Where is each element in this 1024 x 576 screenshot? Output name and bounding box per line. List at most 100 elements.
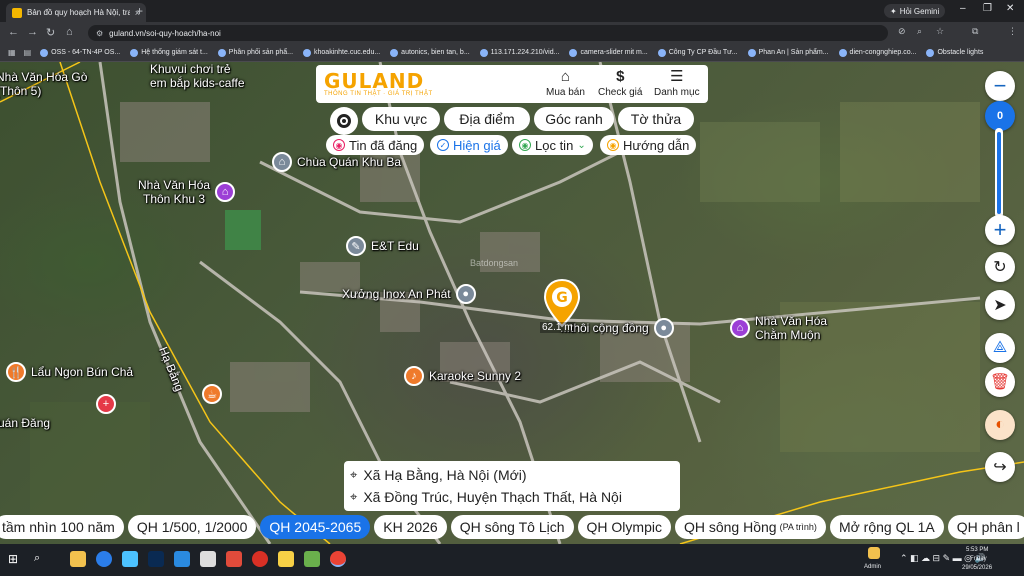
restore-icon[interactable]: ❐	[983, 3, 992, 14]
plan-tab[interactable]: QH phân l	[947, 515, 1024, 539]
plan-tab[interactable]: QH sông Hồng (PA trình)	[674, 515, 826, 539]
tab-goc-ranh[interactable]: Góc ranh	[534, 107, 614, 131]
poi-lau-ngon-bun-cha[interactable]: 🍴 Lẩu Ngon Bún Chả	[6, 362, 133, 382]
search-icon[interactable]: ⌕	[34, 552, 40, 565]
poi-khu-vui-choi[interactable]: Khuvui chơi trẻ em bắp kids-caffe	[150, 62, 245, 90]
tab-khu-vuc[interactable]: Khu vực	[362, 107, 440, 131]
plan-tab[interactable]: QH Olympic	[577, 515, 671, 539]
trash-icon[interactable]: 🗑	[985, 367, 1015, 397]
my-location-button[interactable]	[330, 107, 358, 135]
user-folder-icon[interactable]	[868, 547, 880, 559]
plan-tab[interactable]: QH 1/500, 1/2000	[127, 515, 257, 539]
zoom-in-button[interactable]: +	[985, 215, 1015, 245]
address-new: ⌖ Xã Hạ Bằng, Hà Nội (Mới)	[350, 467, 527, 483]
tab-to-thua[interactable]: Tờ thửa	[618, 107, 694, 131]
close-window-icon[interactable]: ✕	[1006, 3, 1014, 14]
chip-tin-da-dang[interactable]: ◉ Tin đã đăng	[326, 135, 425, 155]
guland-favicon-icon	[12, 7, 22, 18]
poi-xuong-inox[interactable]: Xưởng Inox An Phát ●	[342, 284, 476, 304]
poi-karaoke-sunny[interactable]: ♪ Karaoke Sunny 2	[404, 366, 521, 386]
minimize-icon[interactable]: –	[960, 3, 966, 14]
clock-date: 29/05/2026	[962, 565, 993, 571]
bookmark-item[interactable]: Phân phối sản phẩ...	[213, 48, 298, 57]
gemini-button[interactable]: ✦ Hỏi Gemini	[884, 4, 946, 18]
chrome-menu-icon[interactable]: ⋮	[1008, 26, 1017, 37]
location-marker-icon[interactable]: G	[542, 278, 582, 328]
poi-cafe[interactable]: ☕	[202, 384, 222, 404]
plan-tab[interactable]: tầm nhìn 100 năm	[0, 515, 124, 539]
browser-tab[interactable]: Bản đồ quy hoạch Hà Nội, tra c... ×	[6, 3, 146, 22]
bookmark-item[interactable]: khoakinhte.cuc.edu...	[298, 48, 385, 57]
file-explorer-icon[interactable]	[70, 551, 86, 567]
tab-dia-diem[interactable]: Địa điểm	[444, 107, 530, 131]
photoshop-icon[interactable]	[148, 551, 164, 567]
guland-logo[interactable]: GULAND THÔNG TIN THẬT · GIÁ TRỊ THẬT	[324, 71, 494, 97]
poi-quan-dang[interactable]: uán Đăng	[0, 416, 50, 430]
bookmark-item[interactable]: autonics, bien tan, b...	[385, 48, 475, 57]
bookmark-star-icon[interactable]: ☆	[936, 26, 944, 37]
bookmark-item[interactable]: 113.171.224.210/vid...	[475, 48, 565, 57]
app-icon[interactable]	[278, 551, 294, 567]
bookmark-icon	[479, 48, 488, 57]
edge-icon[interactable]	[96, 551, 112, 567]
zoom-page-icon[interactable]: ⌕	[917, 26, 922, 37]
forward-icon[interactable]: →	[27, 26, 38, 38]
url-field[interactable]: ⚙ guland.vn/soi-quy-hoach/ha-noi	[88, 25, 888, 41]
zoom-slider[interactable]	[995, 128, 1003, 218]
check-price-button[interactable]: $ Check giá	[598, 69, 642, 99]
bookmark-item[interactable]: OSS - 64-TN-4P OS...	[35, 48, 125, 57]
site-info-icon[interactable]: ⚙	[96, 29, 103, 38]
bookmark-item[interactable]: Phan An | Sản phẩm...	[743, 48, 834, 57]
palette-icon[interactable]: ◐	[985, 410, 1015, 440]
app-icon[interactable]	[226, 551, 242, 567]
chrome-icon[interactable]	[330, 551, 346, 567]
back-icon[interactable]: ←	[8, 26, 19, 38]
store-icon[interactable]	[122, 551, 138, 567]
extensions-icon[interactable]: ⧉	[972, 26, 978, 37]
bookmark-item[interactable]: Obstacle lights	[921, 48, 988, 57]
menu-button[interactable]: ☰ Danh mục	[654, 69, 700, 99]
poi-hospital[interactable]: +	[96, 394, 116, 414]
bookmark-item[interactable]: camera-slider mit m...	[564, 48, 652, 57]
plan-tab[interactable]: Mở rộng QL 1A	[829, 515, 944, 539]
plan-tab-active[interactable]: QH 2045-2065	[260, 515, 371, 539]
bookmark-item[interactable]: Công Ty CP Đầu Tư...	[653, 48, 743, 57]
reading-list-icon[interactable]: ▤	[20, 48, 36, 57]
chip-huong-dan[interactable]: ◉ Hướng dẫn	[600, 135, 697, 155]
app-icon[interactable]	[304, 551, 320, 567]
gemini-icon: ✦	[890, 6, 897, 16]
distance-label: 62.1 m	[540, 322, 575, 333]
navigate-icon[interactable]: ➤	[985, 290, 1015, 320]
app-icon[interactable]	[252, 551, 268, 567]
home-icon[interactable]: ⌂	[66, 26, 73, 38]
measure-icon[interactable]: ⟁	[985, 333, 1015, 363]
bookmark-icon	[657, 48, 666, 57]
poi-nha-van-hoa-go[interactable]: Nhà Văn Hóa Gò (Thôn 5)	[0, 70, 87, 98]
poi-chua-quan-khu-ba[interactable]: ⌂ Chùa Quán Khu Ba	[272, 152, 401, 172]
chip-hien-gia[interactable]: ✓ Hiện giá	[430, 135, 508, 155]
chip-loc-tin[interactable]: ◉ Lọc tin ⌄	[512, 135, 593, 155]
house-icon: ⌂	[560, 68, 570, 85]
bookmark-item[interactable]: Hệ thống giám sát t...	[125, 48, 213, 57]
app-icon[interactable]	[174, 551, 190, 567]
buy-sell-button[interactable]: ⌂ Mua bán	[546, 68, 585, 99]
map-pin-icon: ⌖	[350, 489, 358, 504]
zoom-out-button[interactable]: −	[985, 71, 1015, 101]
app-icon[interactable]	[200, 551, 216, 567]
windows-start-icon[interactable]: ⊞	[8, 552, 18, 566]
share-icon[interactable]: ↪	[985, 452, 1015, 482]
plan-tab[interactable]: QH sông Tô Lịch	[450, 515, 574, 539]
translate-icon[interactable]: ⊘	[898, 26, 906, 37]
new-tab-button[interactable]: +	[136, 4, 143, 18]
plan-tab[interactable]: KH 2026	[374, 515, 447, 539]
poi-nha-van-hoa-khu-3[interactable]: Nhà Văn Hóa Thôn Khu 3 ⌂	[138, 178, 236, 206]
reload-icon[interactable]: ↻	[46, 26, 55, 39]
planning-tabs: tầm nhìn 100 năm QH 1/500, 1/2000 QH 204…	[0, 515, 1024, 541]
refresh-icon[interactable]: ↻	[985, 252, 1015, 282]
bookmarks-bar: ▦ ▤ OSS - 64-TN-4P OS... Hệ thống giám s…	[0, 44, 1024, 62]
address-old: ⌖ Xã Đồng Trúc, Huyện Thạch Thất, Hà Nội	[350, 489, 622, 505]
bookmark-item[interactable]: dien-congnghiep.co...	[834, 48, 922, 57]
poi-et-edu[interactable]: ✎ E&T Edu	[346, 236, 419, 256]
apps-icon[interactable]: ▦	[4, 48, 20, 57]
poi-nha-van-hoa-cham-muon[interactable]: ⌂ Nhà Văn Hóa Chằm Muộn	[730, 314, 827, 342]
